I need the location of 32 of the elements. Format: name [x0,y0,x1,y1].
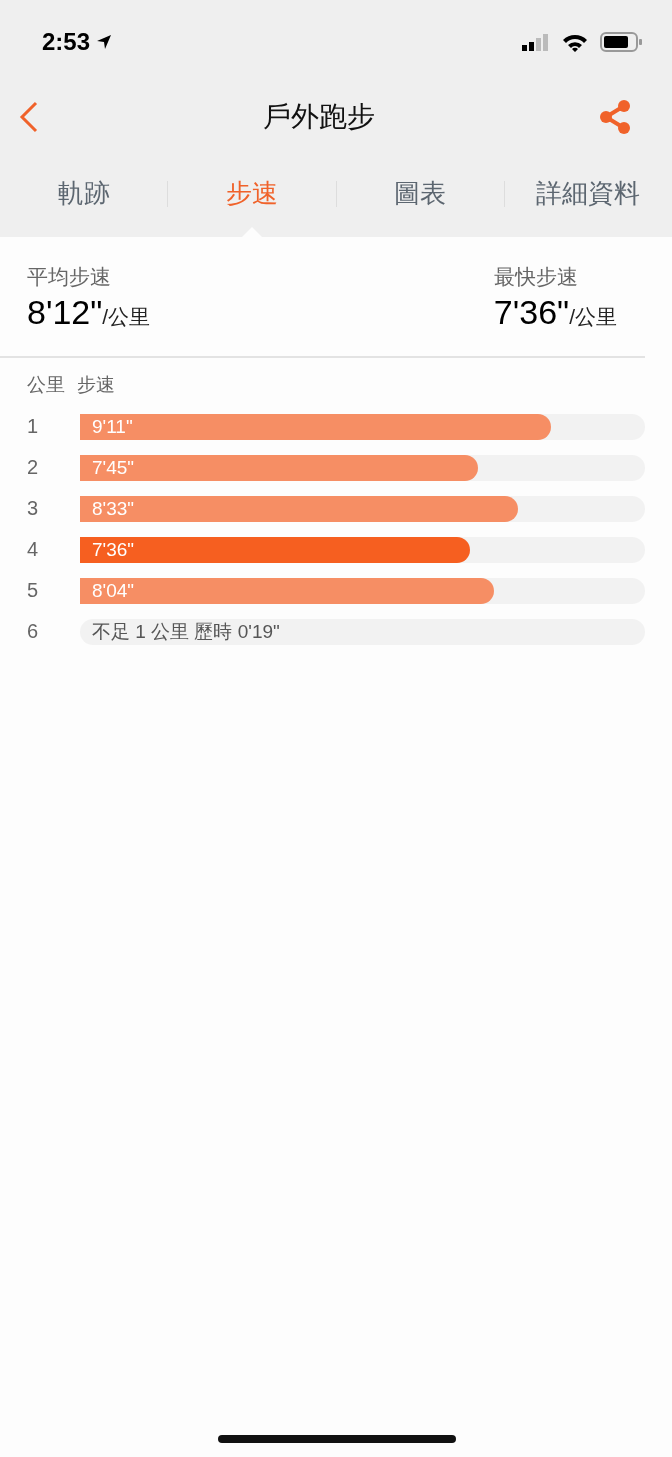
km-number: 1 [27,415,40,438]
stat-label: 平均步速 [27,264,112,290]
column-header: 步速 [77,373,115,397]
km-number: 2 [27,456,40,479]
tab[interactable]: 詳細資料 [504,150,672,237]
back-button[interactable] [18,100,40,134]
unit-label: /公里 [102,305,151,330]
column-header: 公里 [27,373,65,397]
km-number: 6 [27,620,40,643]
km-number: 4 [27,538,40,561]
tab[interactable]: 步速 [168,150,336,237]
partial-split-text: 不足 1 公里 歷時 0'19" [91,619,280,644]
stat-value: 8'12" [27,293,103,332]
location-arrow-icon [96,34,113,50]
wifi-icon [562,32,588,52]
km-number: 5 [27,579,40,602]
pace-value: 7'45" [92,456,135,479]
clock-time: 2:53 [42,28,91,56]
pace-value: 8'04" [92,579,135,602]
tab[interactable]: 軌跡 [0,150,168,237]
pace-value: 9'11" [92,415,133,438]
stat-value: 7'36" [493,293,570,332]
pace-value: 8'33" [92,497,135,520]
km-number: 3 [27,497,40,520]
page-title: 戶外跑步 [263,100,375,134]
battery-icon [600,32,642,52]
share-button[interactable] [598,99,632,135]
tab[interactable]: 圖表 [336,150,504,237]
signal-icon [522,33,550,51]
pace-value: 7'36" [92,538,135,561]
stat-label: 最快步速 [493,264,578,290]
unit-label: /公里 [569,305,617,330]
